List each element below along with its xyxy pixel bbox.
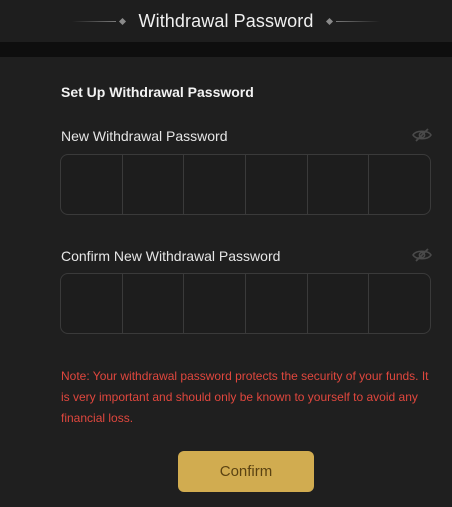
header-right-ornament	[323, 17, 381, 25]
section-title: Set Up Withdrawal Password	[61, 84, 254, 100]
header-divider	[0, 42, 452, 57]
confirm-password-label: Confirm New Withdrawal Password	[61, 248, 281, 264]
page-title: Withdrawal Password	[138, 10, 314, 31]
pin-cell[interactable]	[184, 274, 247, 333]
pin-cell[interactable]	[308, 155, 370, 214]
pin-cell[interactable]	[308, 274, 370, 333]
page-header: Withdrawal Password	[0, 0, 452, 42]
eye-slash-icon[interactable]	[412, 128, 432, 142]
confirm-password-pin-input[interactable]	[60, 273, 431, 334]
pin-cell[interactable]	[246, 274, 308, 333]
pin-cell[interactable]	[61, 155, 123, 214]
new-password-label: New Withdrawal Password	[61, 128, 228, 144]
confirm-button[interactable]: Confirm	[178, 451, 314, 492]
pin-cell[interactable]	[123, 274, 185, 333]
new-password-pin-input[interactable]	[60, 154, 431, 215]
pin-cell[interactable]	[369, 274, 430, 333]
eye-slash-icon[interactable]	[412, 248, 432, 262]
pin-cell[interactable]	[369, 155, 430, 214]
pin-cell[interactable]	[123, 155, 185, 214]
pin-cell[interactable]	[61, 274, 123, 333]
pin-cell[interactable]	[184, 155, 247, 214]
pin-cell[interactable]	[246, 155, 308, 214]
header-left-ornament	[71, 17, 129, 25]
security-note: Note: Your withdrawal password protects …	[61, 369, 429, 425]
